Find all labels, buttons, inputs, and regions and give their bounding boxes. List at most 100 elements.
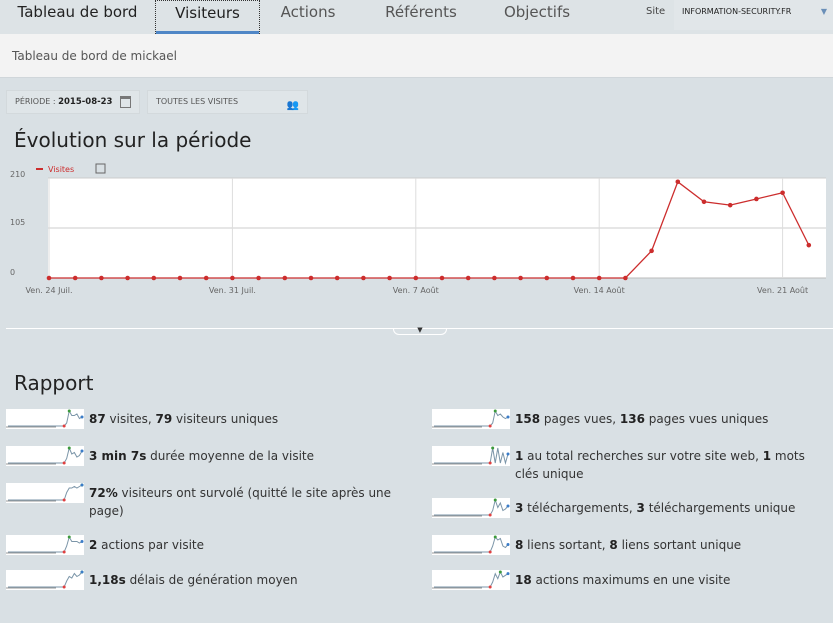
site-value: INFORMATION-SECURITY.FR	[682, 7, 792, 16]
sparkline[interactable]	[432, 570, 510, 590]
data-point	[256, 275, 261, 281]
sparkline[interactable]	[6, 409, 84, 429]
report-value: 8	[609, 538, 618, 552]
sparkline-max-dot	[491, 446, 495, 450]
report-item: 1 au total recherches sur votre site web…	[432, 446, 832, 483]
report-text: délais de génération moyen	[125, 573, 298, 587]
sparkline[interactable]	[432, 446, 510, 466]
sparkline-end-dot	[80, 449, 84, 453]
report-item: 2 actions par visite	[6, 535, 406, 555]
data-point	[125, 275, 130, 281]
sparkline-max-dot	[67, 446, 71, 450]
sparkline-end-dot	[506, 504, 510, 508]
tab-referrers[interactable]: Référents	[356, 0, 486, 34]
data-point	[465, 275, 471, 281]
sparkline[interactable]	[6, 483, 84, 503]
data-point	[230, 275, 235, 281]
sparkline-line	[434, 498, 509, 516]
evolution-title: Évolution sur la période	[14, 128, 252, 152]
y-tick-label: 105	[10, 218, 25, 227]
report-text: téléchargements,	[523, 501, 637, 515]
data-point	[754, 196, 759, 202]
report-text: liens sortant unique	[617, 538, 742, 552]
sparkline-end-dot	[80, 570, 84, 574]
chart-type-icon	[95, 163, 106, 174]
sparkline-min-dot	[488, 461, 492, 465]
report-text: téléchargements unique	[644, 501, 796, 515]
data-point	[361, 275, 366, 281]
tab-actions[interactable]: Actions	[260, 0, 356, 34]
report-text: visiteurs uniques	[172, 412, 279, 426]
data-point	[596, 275, 602, 281]
sparkline-max-dot	[498, 570, 502, 574]
legend-label: Visites	[48, 165, 74, 174]
data-point	[308, 275, 314, 281]
dashboard-subtitle: Tableau de bord de mickael	[0, 34, 833, 78]
sparkline-line	[434, 570, 509, 588]
sparkline-end-dot	[80, 540, 84, 543]
sparkline[interactable]	[6, 446, 84, 466]
period-value: 2015-08-23	[58, 97, 113, 107]
legend-swatch	[36, 168, 43, 170]
report-value: 136	[619, 412, 645, 426]
segment-selector[interactable]: TOUTES LES VISITES 👥	[147, 90, 308, 114]
sparkline-line	[434, 409, 509, 427]
data-point	[203, 275, 209, 281]
x-tick-label: Ven. 31 Juil.	[209, 286, 256, 295]
data-point	[46, 275, 52, 281]
data-point	[675, 179, 681, 185]
report-value: 158	[515, 412, 541, 426]
y-tick-label: 210	[10, 170, 25, 179]
sparkline[interactable]	[432, 498, 510, 518]
sparkline-end-dot	[506, 415, 510, 419]
report-text: pages vues uniques	[644, 412, 769, 426]
sparkline-end-dot	[80, 415, 84, 419]
sparkline-line	[8, 409, 83, 427]
sparkline-min-dot	[488, 550, 492, 554]
sparkline[interactable]	[432, 535, 510, 555]
sparkline-min-dot	[62, 461, 66, 465]
report-text: liens sortant,	[523, 538, 610, 552]
report-text: visites,	[105, 412, 156, 426]
evolution-chart: 0 105 210 Ven. 24 Juil. Ven. 31 Juil. Ven. 7 …	[10, 163, 826, 295]
report-item: 3 min 7s durée moyenne de la visite	[6, 446, 406, 466]
report-text: pages vues,	[540, 412, 620, 426]
data-point	[99, 275, 104, 281]
data-point	[727, 202, 733, 208]
collapse-handle[interactable]: ▼	[393, 327, 447, 335]
sparkline-max-dot	[67, 535, 71, 539]
sparkline[interactable]	[6, 570, 84, 590]
sparkline[interactable]	[6, 535, 84, 555]
site-selector[interactable]: INFORMATION-SECURITY.FR ▼	[674, 0, 833, 30]
report-item: 87 visites, 79 visiteurs uniques	[6, 409, 406, 429]
sparkline-line	[8, 571, 83, 588]
users-icon: 👥	[286, 100, 299, 111]
sparkline-min-dot	[62, 424, 66, 428]
report-value: 87	[89, 412, 106, 426]
sparkline-line	[434, 447, 509, 465]
report-text: au total recherches sur votre site web,	[523, 449, 763, 463]
data-point	[544, 275, 550, 281]
tab-dashboard[interactable]: Tableau de bord	[0, 0, 155, 34]
report-value: 79	[155, 412, 173, 426]
tab-visitors[interactable]: Visiteurs	[155, 0, 260, 34]
x-tick-label: Ven. 7 Août	[393, 286, 439, 295]
report-value: 3	[636, 501, 645, 515]
data-point	[518, 275, 523, 281]
data-point	[649, 248, 654, 254]
data-point	[151, 275, 157, 281]
period-selector[interactable]: PÉRIODE : 2015-08-23	[6, 90, 140, 114]
sparkline-min-dot	[62, 498, 66, 502]
data-point	[334, 275, 340, 281]
report-value: 1,18s	[89, 573, 126, 587]
data-point	[387, 275, 392, 281]
report-title: Rapport	[14, 371, 94, 395]
data-point	[439, 275, 445, 281]
report-value: 72%	[89, 486, 118, 500]
tab-goals[interactable]: Objectifs	[486, 0, 588, 34]
sparkline[interactable]	[432, 409, 510, 429]
report-item: 8 liens sortant, 8 liens sortant unique	[432, 535, 832, 555]
sparkline-end-dot	[506, 543, 510, 546]
segment-label: TOUTES LES VISITES	[156, 97, 239, 106]
report-value: 3 min 7s	[89, 449, 147, 463]
